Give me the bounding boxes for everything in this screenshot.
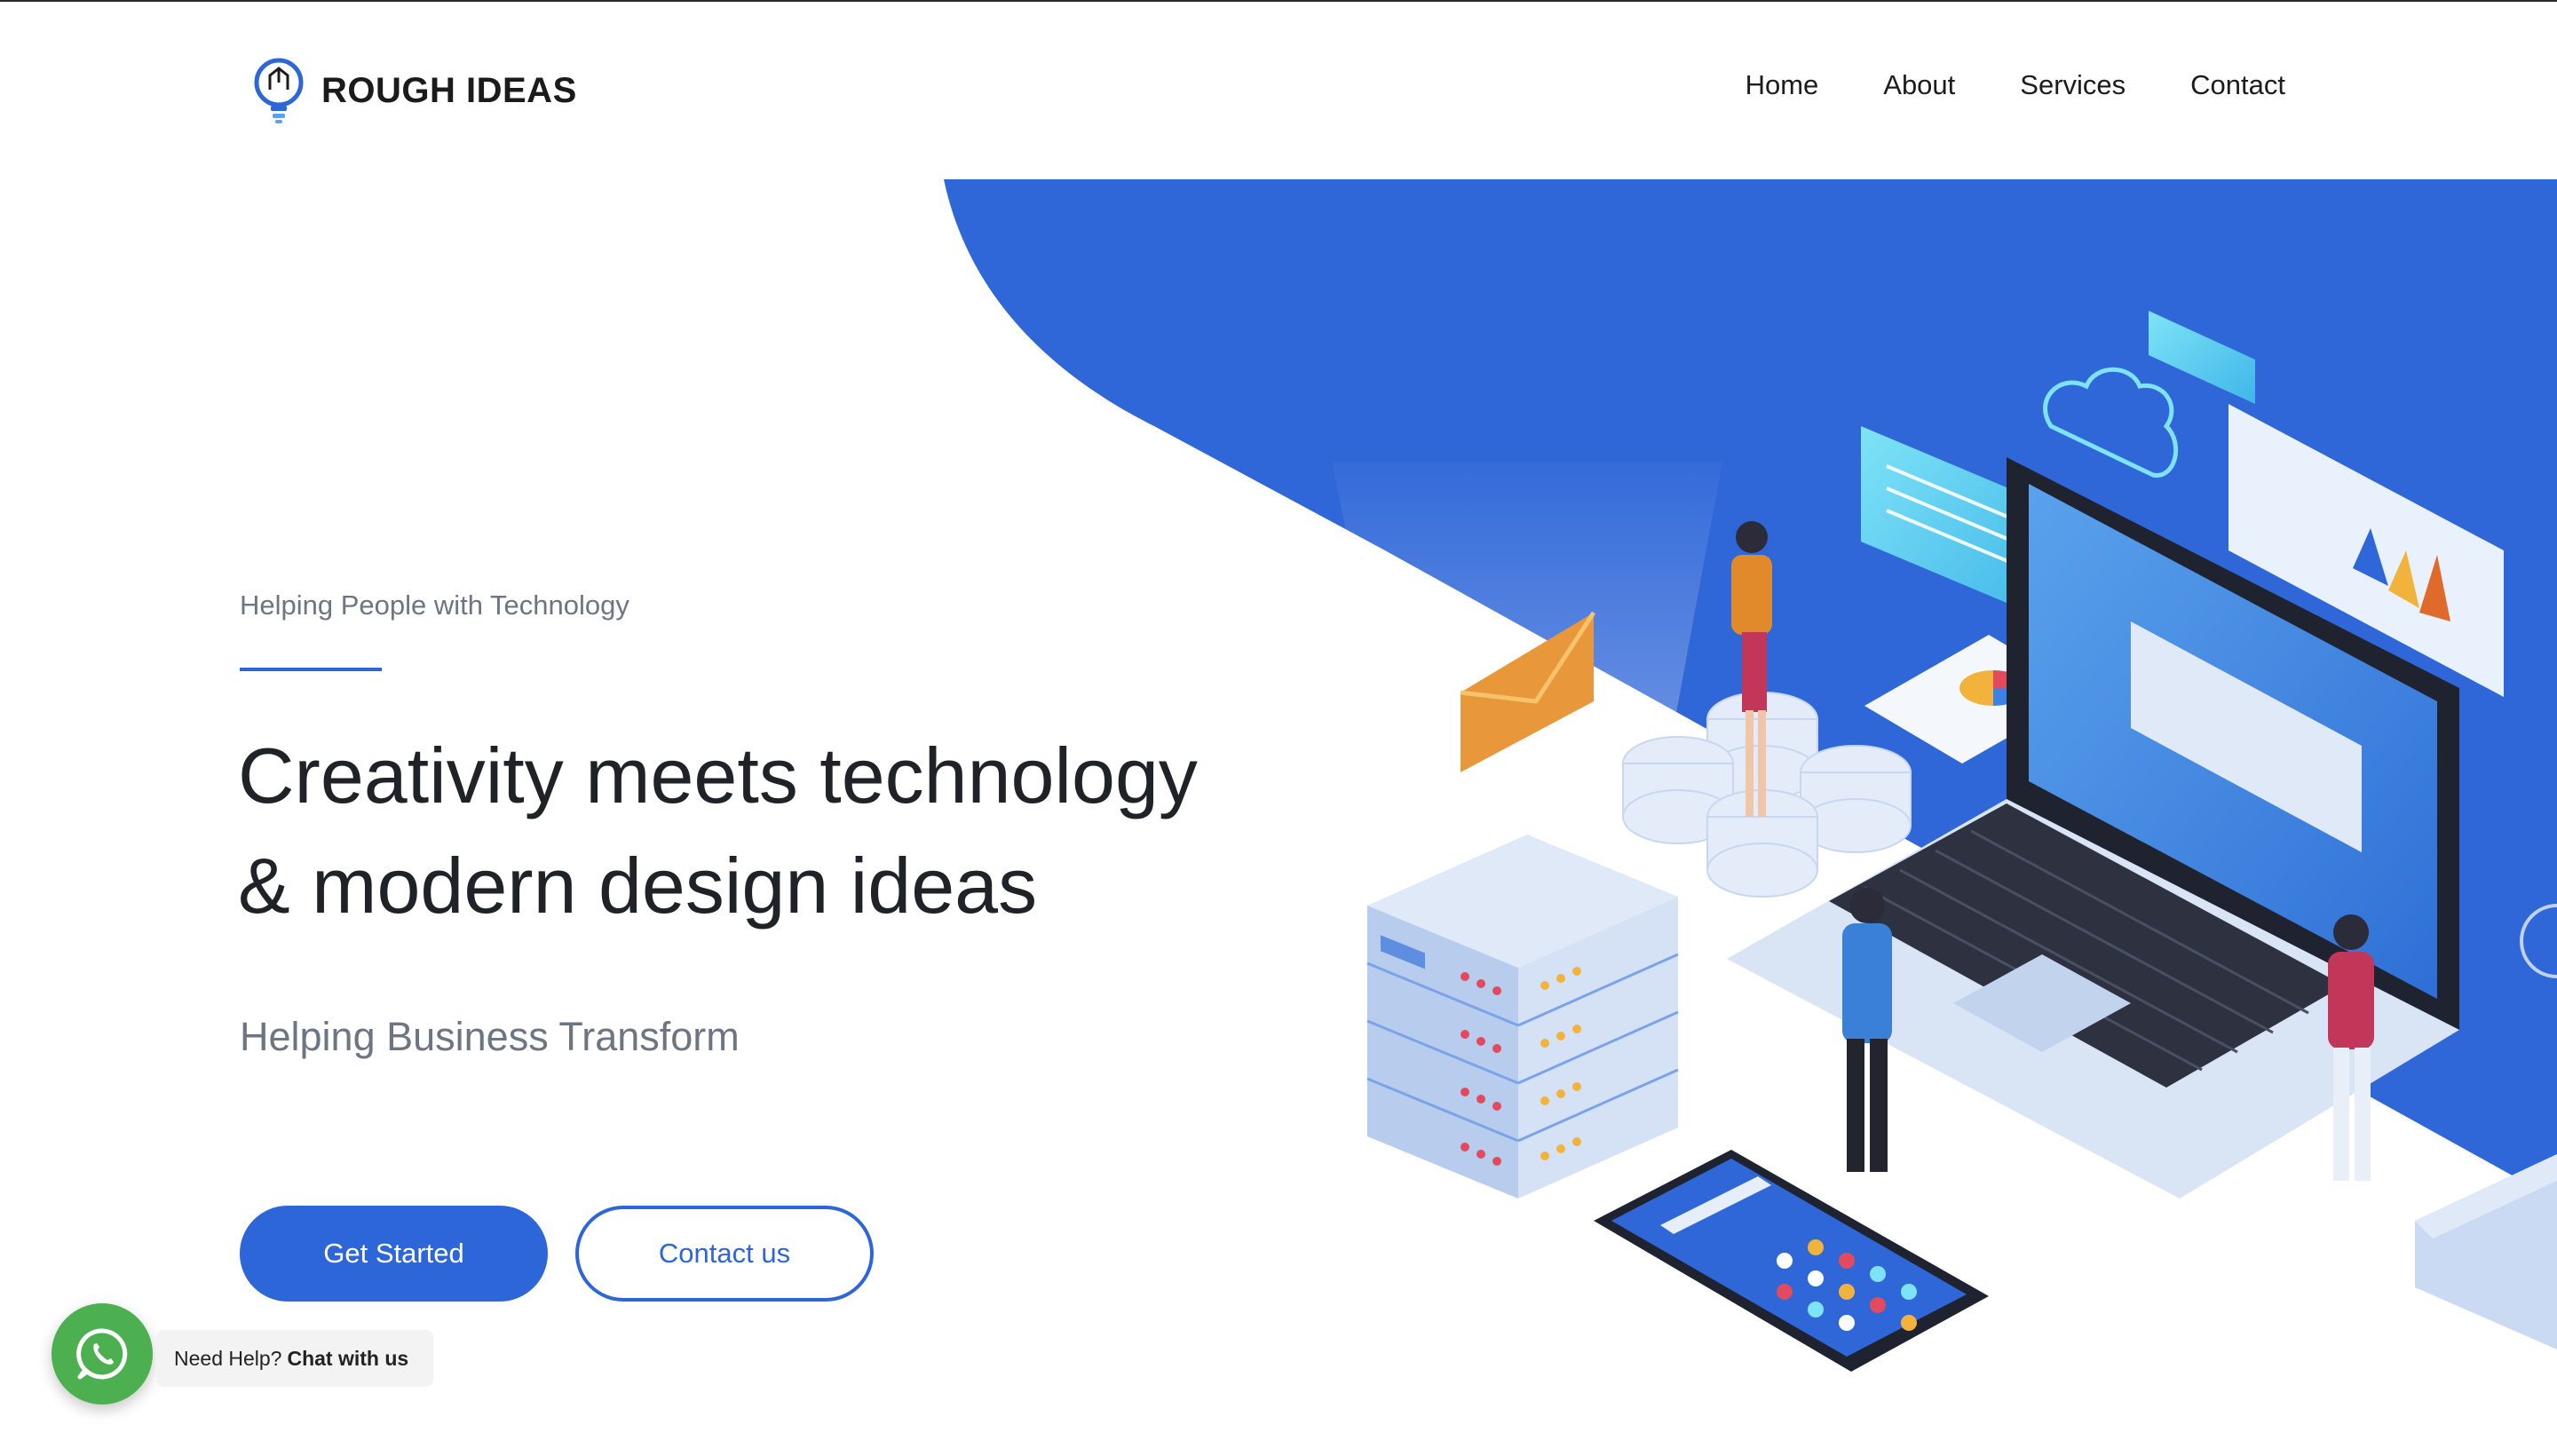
nav-about[interactable]: About: [1883, 69, 1955, 101]
chat-action: Chat with us: [287, 1346, 409, 1370]
chat-prefix: Need Help?: [174, 1346, 282, 1370]
person-woman-laptop: [2328, 914, 2374, 1181]
whatsapp-icon: [76, 1328, 128, 1380]
headline-line-2: & modern design ideas: [238, 842, 1038, 930]
nav-services[interactable]: Services: [2020, 69, 2126, 101]
nav-home[interactable]: Home: [1746, 69, 1819, 101]
brand-logo[interactable]: ROUGH IDEAS: [250, 55, 577, 126]
chat-widget-label[interactable]: Need Help? Chat with us: [156, 1330, 434, 1387]
brand-name: ROUGH IDEAS: [321, 70, 577, 110]
get-started-button[interactable]: Get Started: [240, 1206, 548, 1302]
site-header: ROUGH IDEAS Home About Services Contact: [0, 0, 2557, 178]
hero-headline: Creativity meets technology & modern des…: [238, 721, 1374, 941]
hero-eyebrow: Helping People with Technology: [240, 590, 629, 621]
whatsapp-chat-button[interactable]: [51, 1303, 153, 1405]
hero-subheadline: Helping Business Transform: [240, 1014, 740, 1059]
person-man-standing: [1842, 888, 1892, 1172]
smartphone-graphic: [1594, 1150, 1989, 1372]
contact-us-button[interactable]: Contact us: [575, 1206, 874, 1302]
lightbulb-pen-icon: [254, 58, 304, 123]
nav-contact[interactable]: Contact: [2190, 69, 2285, 101]
eyebrow-divider: [240, 668, 382, 671]
main-nav: Home About Services Contact: [1746, 69, 2285, 101]
headline-line-1: Creativity meets technology: [238, 732, 1198, 819]
landing-page: ROUGH IDEAS Home About Services Contact …: [0, 0, 2557, 1456]
server-stack: [1366, 835, 1679, 1199]
